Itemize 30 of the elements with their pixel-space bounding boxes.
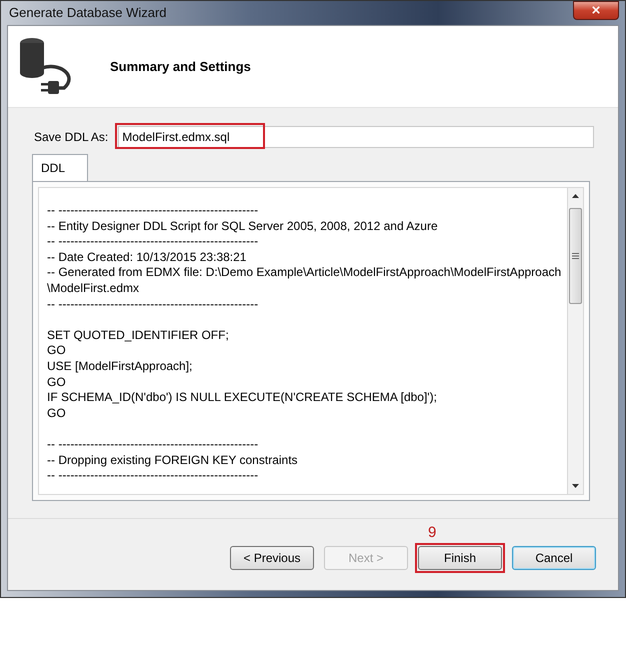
window-title: Generate Database Wizard bbox=[8, 4, 167, 22]
scroll-thumb[interactable] bbox=[569, 208, 582, 304]
wizard-button[interactable]: Cancel bbox=[512, 546, 596, 570]
step-number: 9 bbox=[428, 523, 436, 543]
field-label: Save DDL As: bbox=[34, 129, 108, 146]
code-line: GO bbox=[47, 374, 67, 390]
code-line: IF SCHEMA_ID(N'dbo') IS NULL EXECUTE(N'CREATE SCHEMA [dbo]'); bbox=[47, 390, 438, 406]
code-line: -- Dropping existing FOREIGN KEY constraints bbox=[47, 452, 299, 468]
wizard-button[interactable]: Finish bbox=[418, 546, 502, 570]
grip-icon bbox=[572, 253, 579, 259]
script-text-area[interactable] bbox=[32, 181, 590, 501]
tab[interactable]: DDL bbox=[32, 154, 88, 181]
code-line: -- -------------------------------------------------- bbox=[47, 203, 260, 219]
filename-field[interactable]: ModelFirst.edmx.sql bbox=[118, 126, 594, 148]
page-heading: Summary and Settings bbox=[110, 58, 251, 76]
code-line: SET QUOTED_IDENTIFIER OFF; bbox=[47, 328, 230, 344]
code-line: -- -------------------------------------------------- bbox=[47, 468, 260, 484]
code-line: -- -------------------------------------------------- bbox=[47, 234, 260, 250]
code-line: -- Generated from EDMX file: D:\Demo Example\Article\ModelFirstApproach\ModelFirstApproach bbox=[47, 265, 561, 281]
scrollbar[interactable] bbox=[567, 187, 584, 495]
code-line: GO bbox=[47, 406, 67, 422]
wizard-button[interactable]: < Previous bbox=[230, 546, 314, 570]
close-button[interactable]: × bbox=[573, 1, 619, 20]
code-line: -- -------------------------------------------------- bbox=[47, 436, 260, 452]
code-line: \ModelFirst.edmx bbox=[47, 280, 140, 297]
code-line: USE [ModelFirstApproach]; bbox=[47, 358, 194, 375]
code-line: -- Date Created: 10/13/2015 23:38:21 bbox=[47, 250, 248, 266]
code-line: GO bbox=[47, 343, 67, 359]
code-line: -- -------------------------------------------------- bbox=[47, 296, 260, 312]
code-line: -- Entity Designer DDL Script for SQL Server 2005, 2008, 2012 and Azure bbox=[47, 218, 439, 234]
